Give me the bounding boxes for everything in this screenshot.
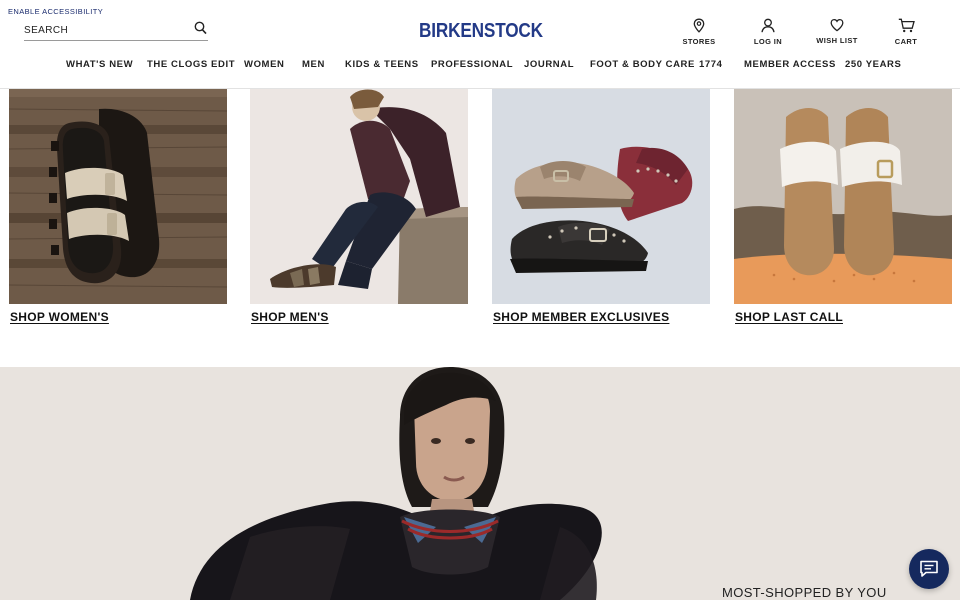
stores-link[interactable]: STORES — [669, 18, 729, 50]
nav-journal[interactable]: JOURNAL — [524, 59, 574, 70]
shop-mens-link[interactable]: SHOP MEN'S — [251, 310, 329, 324]
cart-link[interactable]: CART — [876, 18, 936, 50]
heart-icon — [830, 18, 844, 32]
user-icon — [761, 18, 775, 33]
most-shopped-heading: MOST-SHOPPED BY YOU — [722, 585, 887, 600]
nav-foot-body-care[interactable]: FOOT & BODY CARE — [590, 59, 695, 70]
search-icon[interactable] — [194, 20, 208, 36]
last-call-tile-image[interactable] — [734, 89, 952, 304]
nav-clogs-edit[interactable]: THE CLOGS EDIT — [147, 59, 235, 70]
log-in-label: LOG IN — [753, 37, 783, 46]
birkenstock-logo[interactable]: BIRKENSTOCK — [419, 20, 543, 46]
chat-button[interactable] — [909, 549, 949, 589]
stores-label: STORES — [682, 37, 716, 46]
search-input[interactable] — [24, 22, 184, 38]
nav-professional[interactable]: PROFESSIONAL — [431, 59, 513, 70]
cart-icon — [898, 18, 915, 33]
nav-men[interactable]: MEN — [302, 59, 325, 70]
nav-250-years[interactable]: 250 YEARS — [845, 59, 901, 70]
chat-icon — [920, 560, 938, 577]
shop-womens-link[interactable]: SHOP WOMEN'S — [10, 310, 109, 324]
wish-list-label: WISH LIST — [816, 36, 858, 45]
site-header: ENABLE ACCESSIBILITY BIRKENSTOCK STORES … — [0, 0, 960, 89]
main-navigation: WHAT'S NEW THE CLOGS EDIT WOMEN MEN KIDS… — [0, 59, 960, 75]
shop-member-exclusives-link[interactable]: SHOP MEMBER EXCLUSIVES — [493, 310, 669, 324]
member-exclusives-tile-image[interactable] — [492, 89, 710, 304]
nav-1774[interactable]: 1774 — [699, 59, 723, 70]
wish-list-link[interactable]: WISH LIST — [807, 18, 867, 50]
nav-whats-new[interactable]: WHAT'S NEW — [66, 59, 133, 70]
hero-banner-image[interactable] — [0, 367, 960, 600]
location-pin-icon — [693, 18, 705, 33]
cart-label: CART — [894, 37, 918, 46]
mens-tile-image[interactable] — [250, 89, 468, 304]
nav-member-access[interactable]: MEMBER ACCESS — [744, 59, 836, 70]
nav-kids-teens[interactable]: KIDS & TEENS — [345, 59, 419, 70]
log-in-link[interactable]: LOG IN — [738, 18, 798, 50]
womens-tile-image[interactable] — [9, 89, 227, 304]
enable-accessibility-link[interactable]: ENABLE ACCESSIBILITY — [8, 7, 103, 16]
nav-women[interactable]: WOMEN — [244, 59, 284, 70]
shop-last-call-link[interactable]: SHOP LAST CALL — [735, 310, 843, 324]
search-bar — [24, 19, 208, 41]
